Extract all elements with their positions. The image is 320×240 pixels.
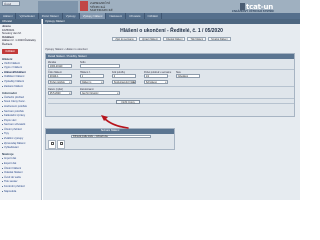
toolbar-button[interactable]: Odeslat hlášení <box>162 37 186 41</box>
detail-panel-heading: Detail hlášení / Položky hlášení <box>46 54 294 59</box>
report-select[interactable]: hlášení s <box>80 80 104 84</box>
seat-input[interactable] <box>80 64 120 68</box>
row-checkbox[interactable] <box>60 142 63 145</box>
report-list-panel: Seznam hlášení Filtrovat podle kódu – zo… <box>45 128 175 150</box>
date-select[interactable]: 25.5.2020 <box>48 91 72 95</box>
list-cell <box>57 140 65 149</box>
filter-select[interactable]: Filtrovat podle kódu – zobrazit vše <box>71 134 151 138</box>
user-unit: Hlášení č. 1 2020 Řešitelky Ředitelé <box>2 38 36 46</box>
cooperation-select[interactable]: Spolupracující hlášení <box>112 80 136 84</box>
toolbar-button[interactable]: Upravit hlášení <box>138 37 161 41</box>
item-code-input[interactable]: 2 <box>112 74 136 78</box>
sidebar-item[interactable]: Zaslané hlášení <box>0 84 41 89</box>
item-count-input[interactable]: 1/1 <box>144 74 168 78</box>
toolbar-button[interactable]: Zpět do seznamu <box>112 37 137 41</box>
user-info: Jméno 10250021 Novotný Jan M. Oddělení H… <box>0 24 41 48</box>
organization-logo: ZAHRANIČNÍ VĚDECKÁ MATEMATICKÉ FAKULTY <box>80 1 120 16</box>
item-count-select[interactable]: Počet položek <box>48 80 72 84</box>
report-number-input[interactable]: 20110-1 <box>48 74 72 78</box>
main-section-heading: Výstupy hlášení <box>43 19 300 24</box>
logout-button[interactable]: Odhlásit <box>2 48 18 54</box>
code-input[interactable]: 1000-20110 <box>48 64 72 68</box>
approval-select[interactable]: Schváleno <box>144 80 168 84</box>
page-title: Hlášení o ukončení - Ředitelé, č. 1 / 05… <box>120 28 223 34</box>
detail-panel: Detail hlášení / Položky hlášení Zkratka… <box>45 53 295 117</box>
header-banner <box>38 1 78 13</box>
coat-of-arms-icon <box>80 1 88 11</box>
toolbar-button[interactable]: Tisk hlášení <box>187 37 207 41</box>
row-checkbox[interactable] <box>51 142 54 145</box>
brand-logo: tcat-un ZAKÁZKOVÝ ÚČTOVACÍ SYSTÉM <box>232 1 292 13</box>
report-no-input[interactable]: 1 <box>80 74 104 78</box>
toolbar-button[interactable]: Smazat hlášení <box>208 37 231 41</box>
home-tab[interactable]: Úvod <box>2 1 20 6</box>
employee-select[interactable]: Jan M. Novotný <box>80 91 120 95</box>
breadcrumb: Výstupy hlášení › Hlášení o ukončení <box>45 48 88 51</box>
sidebar-menu: Hlášení Vložit hlášení Výpis z hlášení Hláš… <box>0 55 41 194</box>
list-cell <box>48 140 56 149</box>
top-button-bar: Zpět do seznamu Upravit hlášení Odeslat hl… <box>43 37 300 41</box>
save-changes-button[interactable]: Uložit změny <box>116 100 140 104</box>
report-list-heading: Seznam hlášení <box>46 129 174 134</box>
sidebar-item[interactable]: Nápověda <box>0 189 41 194</box>
sidebar-item[interactable]: Vyhledávání <box>0 146 41 151</box>
status-input[interactable]: Odesláno <box>176 74 200 78</box>
sidebar: Uživatel Jméno 10250021 Novotný Jan M. O… <box>0 19 42 200</box>
brand-icon <box>240 3 245 10</box>
main-content: Výstupy hlášení Hlášení o ukončení - Řed… <box>43 19 300 200</box>
